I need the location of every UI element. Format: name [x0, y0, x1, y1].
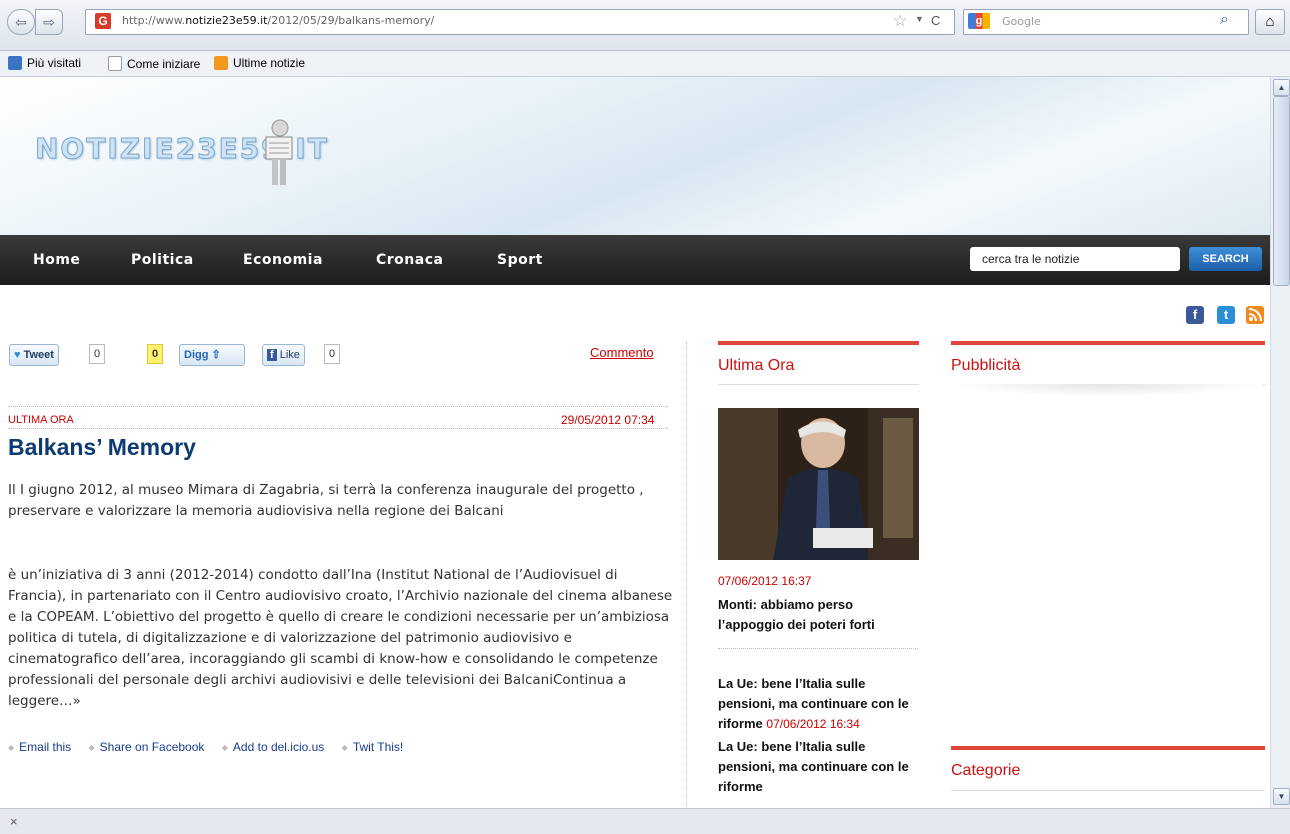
news-headline[interactable]: La Ue: bene l’Italia sulle pensioni, ma …: [718, 737, 923, 797]
comment-link[interactable]: Commento: [590, 345, 654, 360]
scrollbar-thumb[interactable]: [1273, 96, 1290, 286]
site-search-input[interactable]: cerca tra le notizie: [970, 247, 1180, 271]
news-headline[interactable]: Monti: abbiamo perso l’appoggio dei pote…: [718, 595, 918, 635]
widget-title-underline: [951, 790, 1265, 791]
web-page: NOTIZIE23E59.IT Home Politica Economia C…: [0, 77, 1270, 808]
bookmark-label: Più visitati: [27, 56, 82, 70]
history-dropdown-icon[interactable]: ▼: [915, 14, 924, 24]
vertical-scrollbar[interactable]: ▲ ▼: [1270, 77, 1290, 808]
scroll-down-arrow-icon: ▼: [1277, 792, 1286, 801]
twit-this-link[interactable]: Twit This!: [342, 740, 404, 754]
news-item[interactable]: La Ue: bene l’Italia sulle pensioni, ma …: [718, 674, 923, 734]
tweet-count: 0: [89, 344, 106, 364]
digg-button[interactable]: Digg ⇧: [179, 344, 245, 366]
rss-feed-icon: [214, 56, 228, 70]
browser-search-placeholder: Google: [1002, 15, 1041, 28]
scroll-up-button[interactable]: ▲: [1273, 79, 1290, 96]
widget-accent-bar: [951, 746, 1265, 750]
twitter-bird-icon: ♥: [14, 349, 21, 361]
url-prefix: http://www.: [122, 14, 186, 27]
news-date: 07/06/2012 16:34: [766, 717, 860, 731]
page-icon: [108, 56, 122, 71]
facebook-icon[interactable]: f: [1186, 306, 1204, 324]
site-favicon-icon: G: [95, 13, 111, 29]
bookmark-star-icon[interactable]: ☆: [893, 11, 907, 31]
share-links: Email this Share on Facebook Add to del.…: [8, 740, 417, 754]
post-date: 29/05/2012 07:34: [561, 413, 655, 427]
widget-title-underline: [718, 384, 919, 385]
newspaper-reader-figure-icon: [265, 119, 293, 185]
facebook-f-icon: f: [267, 349, 277, 361]
address-bar[interactable]: G http://www.notizie23e59.it/2012/05/29/…: [85, 9, 955, 35]
post-category[interactable]: ULTIMA ORA: [8, 414, 74, 426]
pubblicita-widget-title: Pubblicità: [951, 357, 1021, 374]
news-photo[interactable]: [718, 408, 919, 560]
nav-economia[interactable]: Economia: [243, 252, 323, 268]
most-visited-icon: [8, 56, 22, 70]
column-divider: [686, 342, 687, 808]
home-icon: ⌂: [1265, 13, 1275, 30]
close-icon[interactable]: ×: [10, 814, 18, 829]
bookmark-piu-visitati[interactable]: Più visitati: [8, 56, 81, 70]
bookmark-label: Ultime notizie: [233, 56, 306, 70]
twitter-icon[interactable]: t: [1217, 306, 1235, 324]
magnifier-icon[interactable]: ⌕: [1220, 11, 1229, 29]
status-bar: ×: [0, 808, 1290, 834]
back-button[interactable]: ⇦: [7, 9, 35, 35]
categorie-widget-title: Categorie: [951, 762, 1021, 779]
nav-cronaca[interactable]: Cronaca: [376, 252, 443, 268]
url-path: /2012/05/29/balkans-memory/: [267, 14, 435, 27]
bookmark-ultime-notizie[interactable]: Ultime notizie: [214, 56, 305, 70]
share-facebook-link[interactable]: Share on Facebook: [89, 740, 205, 754]
browser-toolbar: ⇦ ⇨ G http://www.notizie23e59.it/2012/05…: [0, 0, 1290, 51]
rss-icon[interactable]: [1246, 306, 1264, 324]
rss-waves-icon: [1248, 308, 1262, 322]
post-intro-paragraph: Il I giugno 2012, al museo Mimara di Zag…: [8, 482, 644, 519]
digg-arrow-icon: ⇧: [211, 349, 221, 361]
bookmark-come-iniziare[interactable]: Come iniziare: [108, 56, 200, 71]
digg-label: Digg: [184, 349, 209, 361]
divider: [8, 428, 668, 429]
reload-icon[interactable]: C: [931, 13, 940, 28]
add-delicious-link[interactable]: Add to del.icio.us: [222, 740, 325, 754]
like-count: 0: [324, 344, 341, 364]
tweet-button[interactable]: ♥ Tweet: [9, 344, 59, 366]
forward-button[interactable]: ⇨: [35, 9, 63, 35]
tweet-label: Tweet: [23, 349, 54, 361]
ad-area: [951, 384, 1263, 396]
scroll-up-arrow-icon: ▲: [1277, 83, 1286, 92]
nav-sport[interactable]: Sport: [497, 252, 543, 268]
url-domain: notizie23e59.it: [185, 14, 268, 27]
scroll-down-button[interactable]: ▼: [1273, 788, 1290, 805]
nav-politica[interactable]: Politica: [131, 252, 194, 268]
bookmark-label: Come iniziare: [127, 57, 201, 71]
ultima-ora-widget-title: Ultima Ora: [718, 357, 795, 374]
divider: [718, 648, 918, 649]
email-this-link[interactable]: Email this: [8, 740, 71, 754]
news-date: 07/06/2012 16:37: [718, 574, 812, 588]
site-search-value: cerca tra le notizie: [982, 252, 1080, 266]
nav-home[interactable]: Home: [33, 252, 80, 268]
forward-arrow-icon: ⇨: [43, 13, 55, 30]
widget-accent-bar: [718, 341, 919, 345]
browser-search-box[interactable]: g Google ⌕: [963, 9, 1249, 35]
like-label: Like: [279, 349, 300, 361]
post-body-paragraph: è un’iniziativa di 3 anni (2012-2014) co…: [8, 567, 673, 709]
facebook-like-button[interactable]: f Like: [262, 344, 305, 366]
digg-count: 0: [147, 344, 164, 364]
bookmarks-bar: Più visitati Come iniziare Ultime notizi…: [0, 51, 1290, 77]
widget-accent-bar: [951, 341, 1265, 345]
back-arrow-icon: ⇦: [15, 13, 27, 30]
main-navigation: Home Politica Economia Cronaca Sport cer…: [0, 235, 1270, 285]
google-search-engine-icon[interactable]: g: [968, 13, 990, 29]
url-text[interactable]: http://www.notizie23e59.it/2012/05/29/ba…: [122, 14, 434, 27]
site-search-button[interactable]: SEARCH: [1189, 247, 1262, 271]
site-header: NOTIZIE23E59.IT: [0, 77, 1270, 235]
post-title[interactable]: Balkans’ Memory: [8, 434, 196, 461]
divider: [8, 406, 668, 407]
home-button[interactable]: ⌂: [1255, 9, 1285, 35]
